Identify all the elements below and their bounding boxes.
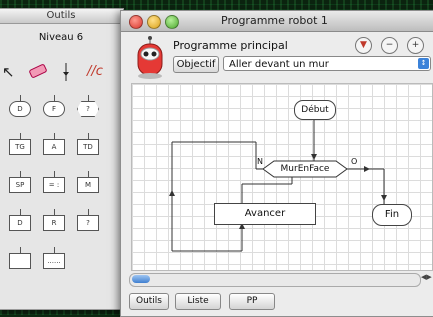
- comment-tool-icon[interactable]: //c: [87, 64, 103, 79]
- palette-shape[interactable]: TG: [9, 139, 31, 155]
- flowchart-canvas[interactable]: Début MurEnFace N O Avancer Fin: [131, 83, 433, 271]
- palette-shape[interactable]: D: [9, 215, 31, 231]
- palette-shape[interactable]: = :: [43, 177, 65, 193]
- minimize-button[interactable]: [147, 15, 161, 29]
- shape-connector: [54, 247, 55, 253]
- title-bar: Programme robot 1: [121, 11, 433, 32]
- objective-button[interactable]: Objectif: [173, 56, 219, 73]
- select-arrows-icon: ↕: [418, 58, 429, 69]
- program-window: Programme robot 1 Programme principal ▼ …: [120, 10, 433, 317]
- program-title: Programme principal: [173, 39, 288, 52]
- start-node[interactable]: Début: [294, 100, 336, 120]
- palette-shape[interactable]: [9, 253, 31, 269]
- shape-connector: [88, 209, 89, 215]
- connector-tool-icon[interactable]: [61, 63, 71, 85]
- scroll-arrows-icon[interactable]: ◀▶: [421, 273, 432, 281]
- palette-shape[interactable]: ?: [77, 215, 99, 231]
- palette-shape[interactable]: R: [43, 215, 65, 231]
- palette-title: Outils: [0, 9, 123, 24]
- shape-connector: [20, 171, 21, 177]
- shape-connector: [20, 247, 21, 253]
- window-title: Programme robot 1: [221, 14, 328, 27]
- scroll-thumb[interactable]: [132, 275, 150, 283]
- horizontal-scrollbar[interactable]: [129, 273, 421, 287]
- shape-connector: [20, 209, 21, 215]
- zoom-out-icon[interactable]: −: [381, 37, 398, 54]
- zoom-in-icon[interactable]: +: [407, 37, 424, 54]
- objective-select-value: Aller devant un mur: [229, 59, 329, 70]
- shape-connector: [54, 95, 55, 101]
- outils-button[interactable]: Outils: [129, 293, 169, 310]
- condition-node[interactable]: MurEnFace: [264, 160, 346, 178]
- shape-connector: [20, 133, 21, 139]
- action-node[interactable]: Avancer: [214, 203, 316, 225]
- branch-no-label: N: [257, 157, 263, 166]
- palette-tools: ↖ //c: [0, 63, 123, 87]
- shape-connector: [20, 95, 21, 101]
- robot-icon: [133, 35, 167, 79]
- shape-connector: [88, 171, 89, 177]
- disclosure-icon[interactable]: ▼: [355, 37, 372, 54]
- close-button[interactable]: [129, 15, 143, 29]
- shape-connector: [88, 133, 89, 139]
- level-label: Niveau 6: [38, 32, 84, 43]
- palette-shape[interactable]: D: [9, 101, 31, 117]
- palette-shape[interactable]: TD: [77, 139, 99, 155]
- end-node[interactable]: Fin: [372, 204, 412, 226]
- shape-connector: [54, 133, 55, 139]
- objective-select[interactable]: Aller devant un mur ↕: [223, 56, 431, 71]
- shape-connector: [54, 209, 55, 215]
- branch-yes-label: O: [351, 157, 358, 166]
- liste-button[interactable]: Liste: [175, 293, 221, 310]
- zoom-button[interactable]: [165, 15, 179, 29]
- eraser-tool-icon[interactable]: [29, 64, 47, 82]
- palette-shape[interactable]: M: [77, 177, 99, 193]
- shape-connector: [88, 95, 89, 101]
- arrow-tool-icon[interactable]: ↖: [2, 63, 15, 81]
- pp-button[interactable]: PP: [229, 293, 275, 310]
- palette-shape[interactable]: F: [43, 101, 65, 117]
- palette-shape[interactable]: SP: [9, 177, 31, 193]
- palette-shape[interactable]: A: [43, 139, 65, 155]
- outils-palette: Outils Niveau 6 ↖ //c D F? TG A TD SP = : M D R?.…: [0, 8, 124, 310]
- shape-connector: [54, 171, 55, 177]
- palette-shape[interactable]: ......: [43, 253, 65, 269]
- palette-shape[interactable]: ?: [77, 101, 99, 117]
